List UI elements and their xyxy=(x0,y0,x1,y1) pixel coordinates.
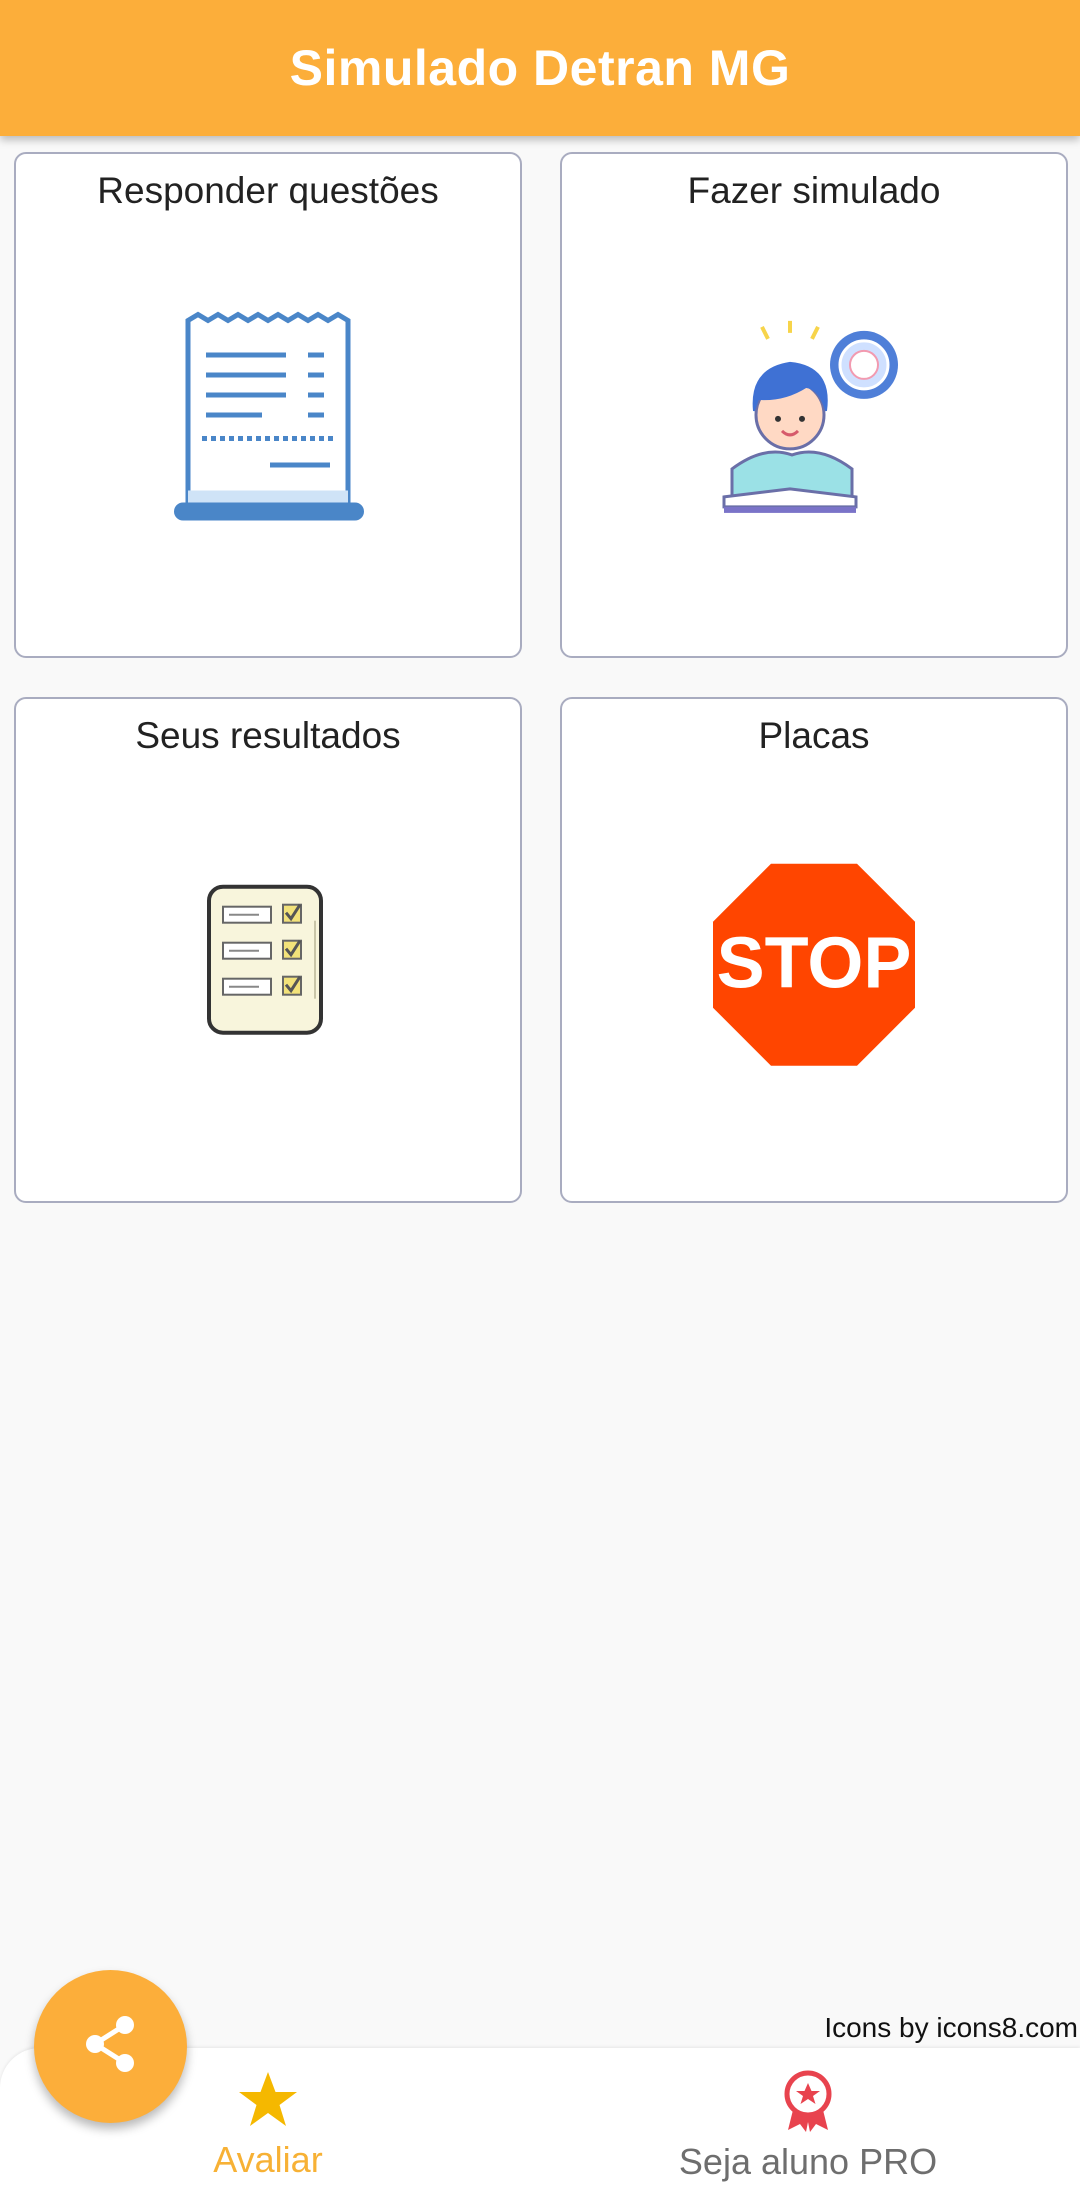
checklist-icon xyxy=(203,881,333,1046)
share-icon xyxy=(81,2013,141,2080)
card-fazer-simulado[interactable]: Fazer simulado xyxy=(560,152,1068,658)
nav-label: Seja aluno PRO xyxy=(678,2141,938,2182)
card-title: Fazer simulado xyxy=(687,170,941,211)
receipt-icon xyxy=(158,311,378,536)
card-seus-resultados[interactable]: Seus resultados xyxy=(14,697,522,1203)
card-responder-questoes[interactable]: Responder questões xyxy=(14,152,522,658)
card-title: Placas xyxy=(758,715,870,756)
card-title: Seus resultados xyxy=(135,715,401,756)
app-title: Simulado Detran MG xyxy=(289,40,791,96)
icons-credit: Icons by icons8.com xyxy=(824,2012,1078,2043)
card-placas[interactable]: Placas STOP xyxy=(560,697,1068,1203)
nav-label: Avaliar xyxy=(213,2139,323,2180)
app-bar: Simulado Detran MG xyxy=(0,0,1080,136)
nav-item-seja-aluno-pro[interactable]: Seja aluno PRO xyxy=(658,2070,958,2187)
star-icon xyxy=(237,2070,299,2135)
award-ribbon-icon xyxy=(780,2070,836,2137)
card-title: Responder questões xyxy=(97,170,439,211)
student-reading-icon xyxy=(714,319,914,524)
share-button[interactable] xyxy=(34,1970,187,2123)
stop-sign-icon: STOP xyxy=(709,860,919,1075)
stop-sign-text: STOP xyxy=(717,924,912,1004)
